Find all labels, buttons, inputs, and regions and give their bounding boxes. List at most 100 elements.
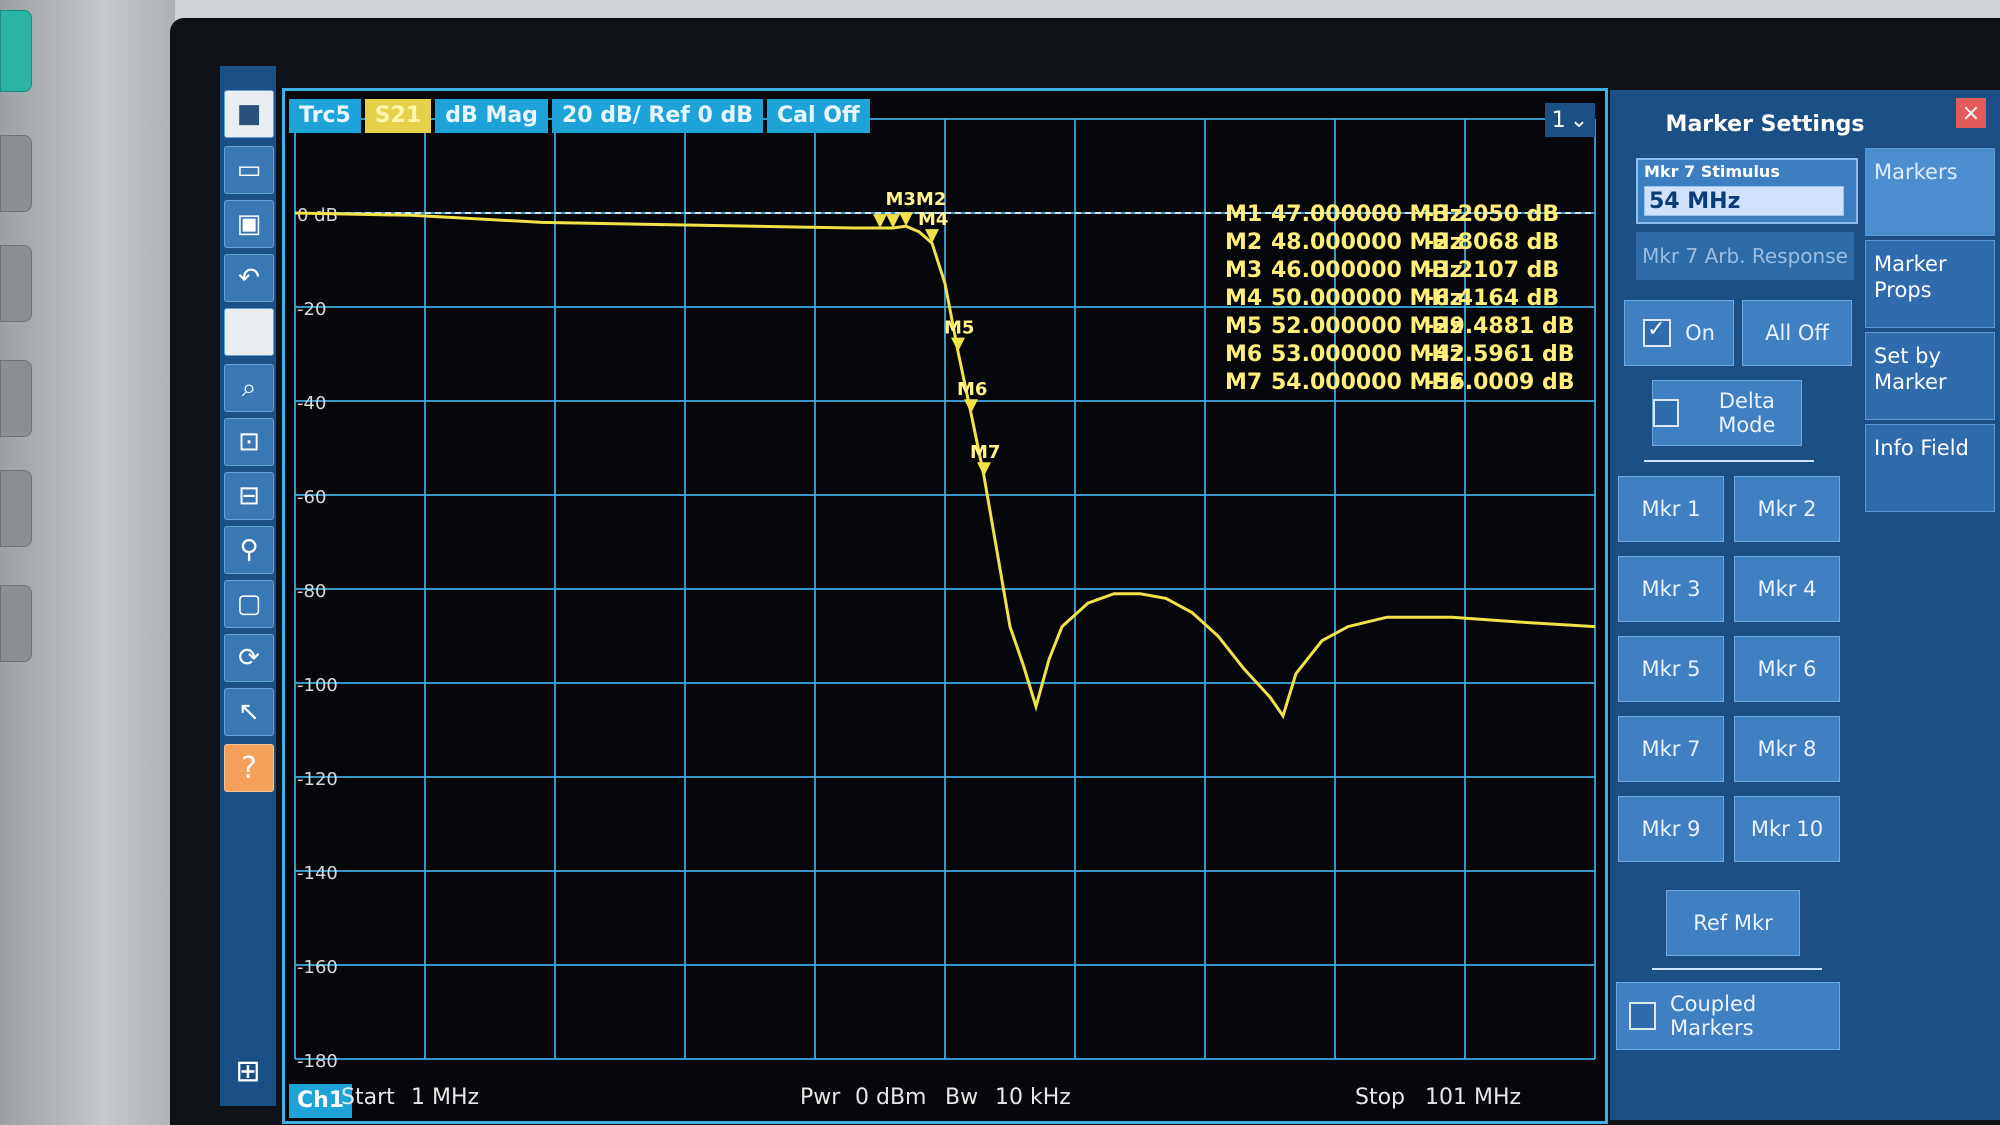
all-off-button[interactable]: All Off bbox=[1742, 300, 1852, 366]
marker-button[interactable]: Mkr 5 bbox=[1618, 636, 1724, 702]
coupled-markers-label: Coupled Markers bbox=[1669, 991, 1757, 1040]
softkey-marker-props[interactable]: Marker Props bbox=[1865, 240, 1995, 328]
checkbox-icon bbox=[1653, 399, 1679, 427]
separator bbox=[1652, 968, 1822, 970]
y-tick-label: -120 bbox=[297, 769, 338, 790]
marker-response: -29.4881 dB bbox=[1425, 314, 1575, 339]
analyzer-screen: ■ ▭ ▣ ↶ ⌕ ⊡ ⊟ ⚲ ▢ ⟳ ↖ ? ⊞ 200 dB-20-40-6… bbox=[170, 18, 2000, 1125]
hardware-button[interactable] bbox=[0, 245, 32, 322]
channel-bar: Ch1 Start 1 MHz Pwr 0 dBm Bw 10 kHz Stop… bbox=[285, 1081, 1605, 1121]
stimulus-field-box: Mkr 7 Stimulus 54 MHz bbox=[1636, 158, 1858, 224]
trace-scale[interactable]: 20 dB/ Ref 0 dB bbox=[551, 99, 763, 133]
window-select[interactable]: 1 ⌄ bbox=[1545, 103, 1595, 137]
zoom-out-icon[interactable]: ⊟ bbox=[224, 472, 274, 520]
y-tick-label: -140 bbox=[297, 863, 338, 884]
window-number: 1 bbox=[1551, 107, 1566, 133]
y-tick-label: -60 bbox=[297, 487, 326, 508]
y-tick-label: -40 bbox=[297, 393, 326, 414]
ref-mkr-button[interactable]: Ref Mkr bbox=[1666, 890, 1800, 956]
marker-button[interactable]: Mkr 1 bbox=[1618, 476, 1724, 542]
close-icon[interactable]: × bbox=[1956, 98, 1986, 128]
softkey-markers[interactable]: Markers bbox=[1865, 148, 1995, 236]
left-toolbar: ■ ▭ ▣ ↶ ⌕ ⊡ ⊟ ⚲ ▢ ⟳ ↖ ? bbox=[220, 66, 276, 1106]
cal-status[interactable]: Cal Off bbox=[767, 99, 870, 133]
marker-tag: M7 bbox=[970, 442, 1000, 463]
hardware-button[interactable] bbox=[0, 470, 32, 547]
marker-name: M7 bbox=[1225, 370, 1263, 395]
zoom-1to1-icon[interactable]: ⚲ bbox=[224, 526, 274, 574]
trace-header[interactable]: Trc5 S21 dB Mag 20 dB/ Ref 0 dB Cal Off bbox=[289, 99, 870, 133]
softkey-info-field[interactable]: Info Field bbox=[1865, 424, 1995, 512]
chevron-down-icon: ⌄ bbox=[1569, 107, 1589, 133]
marker-button[interactable]: Mkr 3 bbox=[1618, 556, 1724, 622]
start-label: Start bbox=[341, 1085, 395, 1110]
marker-triangle[interactable] bbox=[964, 399, 978, 414]
windows-icon[interactable]: ⊞ bbox=[224, 1048, 272, 1094]
device-left-frame bbox=[0, 0, 175, 1125]
y-tick-label: -160 bbox=[297, 957, 338, 978]
hardware-button[interactable] bbox=[0, 585, 32, 662]
marker-response: -6.4164 dB bbox=[1425, 286, 1560, 311]
undo-icon[interactable]: ↶ bbox=[224, 254, 274, 302]
marker-on-toggle[interactable]: On bbox=[1624, 300, 1734, 366]
bandwidth-value[interactable]: 10 kHz bbox=[995, 1085, 1071, 1110]
marker-triangle[interactable] bbox=[899, 212, 913, 227]
marker-triangle[interactable] bbox=[951, 337, 965, 352]
trace-format[interactable]: dB Mag bbox=[435, 99, 548, 133]
y-tick-label: -180 bbox=[297, 1051, 338, 1072]
marker-response: -2.8068 dB bbox=[1425, 230, 1560, 255]
help-pointer-icon[interactable]: ↖ bbox=[224, 688, 274, 736]
separator bbox=[1644, 460, 1814, 462]
checkbox-icon bbox=[1629, 1002, 1656, 1030]
help-icon[interactable]: ? bbox=[224, 744, 274, 792]
stop-value[interactable]: 101 MHz bbox=[1425, 1085, 1521, 1110]
marker-tag: M3M2 bbox=[886, 189, 947, 210]
marker-triangle[interactable] bbox=[977, 462, 991, 477]
marker-button[interactable]: Mkr 4 bbox=[1734, 556, 1840, 622]
marker-button[interactable]: Mkr 6 bbox=[1734, 636, 1840, 702]
y-tick-label: -20 bbox=[297, 299, 326, 320]
panel-title: Marker Settings bbox=[1665, 112, 1865, 137]
y-tick-label: -100 bbox=[297, 675, 338, 696]
hardware-button[interactable] bbox=[0, 135, 32, 212]
marker-name: M1 bbox=[1225, 202, 1263, 227]
marker-name: M6 bbox=[1225, 342, 1263, 367]
hardware-button[interactable] bbox=[0, 10, 32, 92]
marker-response: -3.2107 dB bbox=[1425, 258, 1560, 283]
save-icon[interactable]: ▣ bbox=[224, 200, 274, 248]
stimulus-input[interactable]: 54 MHz bbox=[1644, 186, 1844, 216]
delta-mode-toggle[interactable]: Delta Mode bbox=[1652, 380, 1802, 446]
camera-icon[interactable]: ■ bbox=[224, 90, 274, 138]
power-label: Pwr bbox=[800, 1085, 841, 1110]
delta-mode-label: Delta Mode bbox=[1718, 388, 1776, 437]
marker-response: -3.2050 dB bbox=[1425, 202, 1560, 227]
coupled-markers-toggle[interactable]: Coupled Markers bbox=[1616, 982, 1840, 1050]
marker-name: M3 bbox=[1225, 258, 1263, 283]
checkbox-checked-icon bbox=[1643, 317, 1672, 347]
marker-button[interactable]: Mkr 10 bbox=[1734, 796, 1840, 862]
marker-button[interactable]: Mkr 9 bbox=[1618, 796, 1724, 862]
pointer-icon[interactable]: ⌕ bbox=[224, 364, 274, 412]
refresh-icon[interactable]: ⟳ bbox=[224, 634, 274, 682]
marker-tag: M5 bbox=[944, 318, 974, 339]
marker-triangle[interactable] bbox=[873, 214, 887, 229]
marker-button[interactable]: Mkr 8 bbox=[1734, 716, 1840, 782]
open-folder-icon[interactable]: ▭ bbox=[224, 146, 274, 194]
marker-button[interactable]: Mkr 2 bbox=[1734, 476, 1840, 542]
trace-param[interactable]: S21 bbox=[364, 99, 432, 133]
start-value[interactable]: 1 MHz bbox=[411, 1085, 479, 1110]
marker-name: M2 bbox=[1225, 230, 1263, 255]
arb-response-field[interactable]: Mkr 7 Arb. Response bbox=[1636, 232, 1854, 280]
softkey-set-by-marker[interactable]: Set by Marker bbox=[1865, 332, 1995, 420]
marker-triangle[interactable] bbox=[925, 229, 939, 244]
trace-diagram[interactable]: 200 dB-20-40-60-80-100-120-140-160-180M3… bbox=[282, 88, 1608, 1124]
zoom-window-icon[interactable]: ⊡ bbox=[224, 418, 274, 466]
hardware-button[interactable] bbox=[0, 360, 32, 437]
layout-icon[interactable]: ▢ bbox=[224, 580, 274, 628]
marker-button[interactable]: Mkr 7 bbox=[1618, 716, 1724, 782]
trace-name[interactable]: Trc5 bbox=[289, 99, 361, 133]
blank-icon[interactable] bbox=[224, 308, 274, 356]
marker-response: -42.5961 dB bbox=[1425, 342, 1575, 367]
bandwidth-label: Bw bbox=[945, 1085, 979, 1110]
power-value[interactable]: 0 dBm bbox=[855, 1085, 926, 1110]
